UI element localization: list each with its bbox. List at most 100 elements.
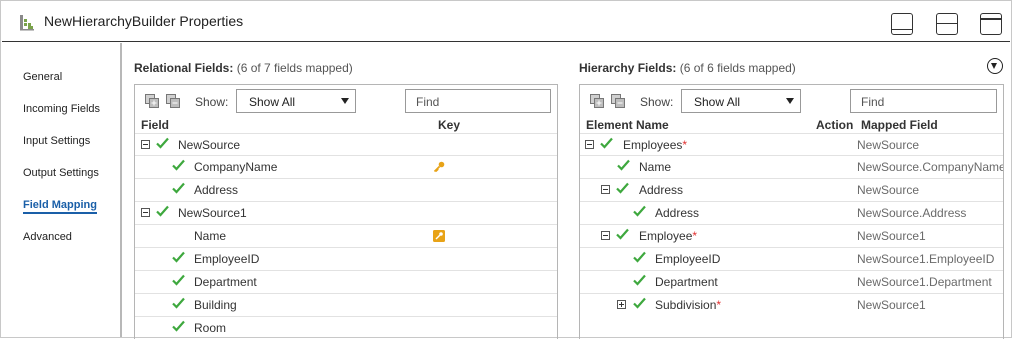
expand-toggle-icon[interactable] (617, 300, 626, 309)
table-row[interactable]: EmployeeID (135, 248, 557, 271)
table-row[interactable]: NewSource (135, 133, 557, 156)
hierarchy-title-label: Hierarchy Fields: (579, 61, 677, 75)
required-marker: * (692, 229, 698, 243)
field-name: Name (194, 229, 227, 243)
relational-fields-panel: Show: Show All Find Field Key NewSource … (134, 84, 558, 339)
check-icon (633, 251, 646, 263)
column-header-element-name: Element Name (586, 118, 669, 132)
required-marker: * (682, 138, 688, 152)
mapped-field: NewSource1 (857, 229, 926, 243)
check-icon (172, 251, 185, 263)
field-name: EmployeeID (194, 252, 260, 266)
sidebar-item-advanced[interactable]: Advanced (23, 231, 72, 243)
check-icon (172, 297, 185, 309)
relational-title-label: Relational Fields: (134, 61, 234, 75)
table-row[interactable]: Employees* NewSource (580, 133, 1003, 156)
sidebar-item-field-mapping[interactable]: Field Mapping (23, 199, 97, 214)
check-icon (172, 182, 185, 194)
mapped-field: NewSource1.Department (857, 275, 992, 289)
element-name: EmployeeID (655, 252, 721, 266)
table-row[interactable]: Employee* NewSource1 (580, 225, 1003, 248)
field-name: CompanyName (194, 160, 278, 174)
hierarchy-mapped-count: (6 of 6 fields mapped) (679, 61, 796, 75)
hierarchy-show-value: Show All (694, 95, 741, 109)
expand-all-icon[interactable] (590, 94, 605, 108)
table-row[interactable]: Room (135, 317, 557, 339)
check-icon (156, 205, 169, 217)
table-row[interactable]: Address (135, 179, 557, 202)
field-name: Room (194, 321, 227, 335)
sidebar-item-general[interactable]: General (23, 71, 62, 83)
key-icon (433, 161, 445, 173)
mapped-field: NewSource1.EmployeeID (857, 252, 995, 266)
table-row[interactable]: Department NewSource1.Department (580, 271, 1003, 294)
hierarchy-show-label: Show: (640, 95, 674, 109)
sidebar-item-output-settings[interactable]: Output Settings (23, 167, 99, 179)
check-icon (172, 159, 185, 171)
hierarchy-fields-title: Hierarchy Fields: (6 of 6 fields mapped) (579, 61, 796, 75)
relational-show-label: Show: (195, 95, 229, 109)
table-row[interactable]: Subdivision* NewSource1 (580, 294, 1003, 317)
column-header-mapped-field: Mapped Field (861, 118, 938, 132)
collapse-all-icon[interactable] (166, 94, 181, 108)
hierarchy-fields-panel: Show: Show All Find Element Name Action … (579, 84, 1004, 339)
hierarchy-find-input[interactable]: Find (850, 89, 997, 113)
column-header-field: Field (141, 118, 170, 132)
table-row[interactable]: Address NewSource (580, 179, 1003, 202)
collapse-toggle-icon[interactable] (601, 231, 610, 240)
check-icon (156, 137, 169, 149)
check-icon (617, 159, 630, 171)
sidebar-item-input-settings[interactable]: Input Settings (23, 135, 90, 147)
hierarchy-show-select[interactable]: Show All (681, 89, 801, 113)
relational-toolbar: Show: Show All Find (135, 85, 557, 117)
table-row[interactable]: NewSource1 (135, 202, 557, 225)
field-name: Building (194, 298, 237, 312)
table-row[interactable]: EmployeeID NewSource1.EmployeeID (580, 248, 1003, 271)
mapped-field: NewSource.Address (857, 206, 967, 220)
element-name: Address (655, 206, 700, 220)
window-header: NewHierarchyBuilder Properties (2, 2, 1010, 42)
check-icon (616, 228, 629, 240)
layout-bottom-panel-icon[interactable] (891, 13, 913, 35)
hierarchy-builder-icon (20, 15, 34, 31)
collapse-toggle-icon[interactable] (141, 140, 150, 149)
panel-menu-dropdown-icon[interactable] (987, 58, 1003, 74)
element-name: Address (639, 183, 684, 197)
element-name: Name (639, 160, 672, 174)
properties-window: NewHierarchyBuilder Properties General I… (0, 0, 1012, 339)
mapped-field: NewSource.CompanyName (857, 160, 1004, 174)
sidebar-item-incoming-fields[interactable]: Incoming Fields (23, 103, 100, 115)
relational-show-select[interactable]: Show All (236, 89, 356, 113)
layout-top-panel-icon[interactable] (980, 13, 1002, 35)
layout-split-horizontal-icon[interactable] (936, 13, 958, 35)
table-row[interactable]: Name NewSource.CompanyName (580, 156, 1003, 179)
hierarchy-toolbar: Show: Show All Find (580, 85, 1003, 117)
field-name: Address (194, 183, 239, 197)
key-box-icon (433, 230, 445, 242)
expand-all-icon[interactable] (145, 94, 160, 108)
element-name: Employee* (639, 229, 698, 243)
element-name: Department (655, 275, 718, 289)
table-row[interactable]: Department (135, 271, 557, 294)
table-row[interactable]: CompanyName (135, 156, 557, 179)
mapped-field: NewSource (857, 183, 920, 197)
table-row[interactable]: Address NewSource.Address (580, 202, 1003, 225)
chevron-down-icon (341, 98, 349, 104)
collapse-all-icon[interactable] (611, 94, 626, 108)
table-row[interactable]: Building (135, 294, 557, 317)
check-icon (633, 274, 646, 286)
relational-find-input[interactable]: Find (405, 89, 551, 113)
collapse-toggle-icon[interactable] (601, 185, 610, 194)
collapse-toggle-icon[interactable] (141, 208, 150, 217)
column-header-key: Key (438, 118, 461, 132)
collapse-toggle-icon[interactable] (585, 140, 594, 149)
table-row[interactable]: Name (135, 225, 557, 248)
chevron-down-icon (786, 98, 794, 104)
check-icon (633, 297, 646, 309)
element-name: Employees* (623, 138, 688, 152)
sidebar: General Incoming Fields Input Settings O… (2, 43, 122, 337)
check-icon (172, 320, 185, 332)
check-icon (633, 205, 646, 217)
check-icon (172, 274, 185, 286)
mapped-field: NewSource1 (857, 298, 926, 312)
